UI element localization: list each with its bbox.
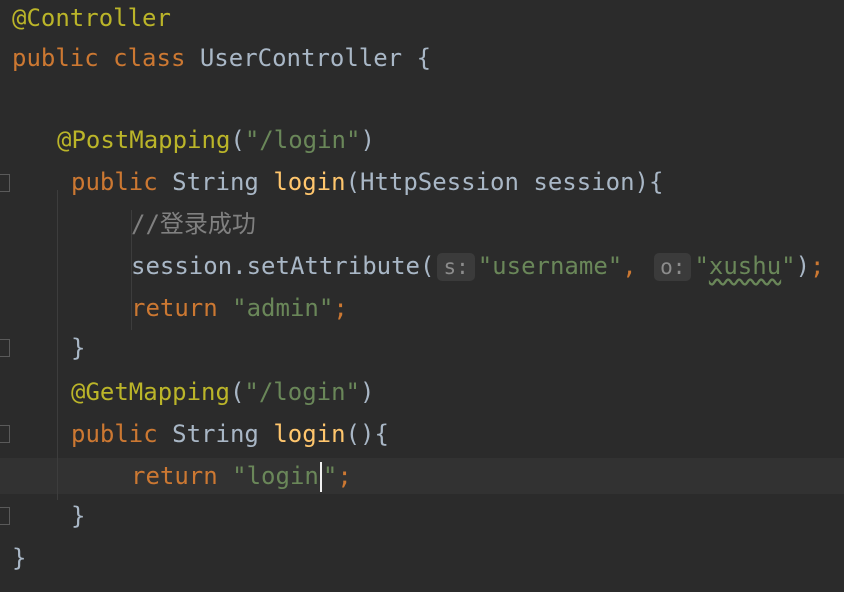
code-token: return [131,294,233,322]
fold-marker-icon[interactable] [0,507,10,525]
code-line[interactable]: public String login(HttpSession session)… [0,164,844,200]
indent-guide [131,210,132,330]
parameter-hint: s: [437,253,475,281]
code-token: return [131,462,233,490]
code-token: session.setAttribute( [131,252,435,280]
code-token: ; [810,252,825,280]
code-token: "login [232,462,319,490]
code-line[interactable]: return "login "; [0,458,844,494]
code-line[interactable]: @PostMapping("/login") [0,122,844,158]
code-token: ) [360,126,375,154]
code-line[interactable]: public String login(){ [0,416,844,452]
code-token: String [172,420,274,448]
code-token: login [273,420,346,448]
code-token: login [273,168,346,196]
code-token: " [694,252,709,280]
code-line[interactable]: session.setAttribute(s: "username", o: "xu… [0,248,844,284]
code-token: "/login" [244,378,360,406]
code-token: ) [795,252,811,280]
code-token: (HttpSession session){ [345,168,664,196]
code-token: //登录成功 [131,210,256,238]
code-token: } [12,544,27,572]
code-line[interactable]: public class UserController { [0,40,844,76]
code-token: xushu [708,252,782,280]
code-token: public class [12,44,200,72]
fold-marker-icon[interactable] [0,174,10,192]
code-token: @Controller [12,4,171,32]
code-token: } [71,502,86,530]
code-token: ) [360,378,375,406]
code-line[interactable]: } [0,330,844,366]
indent-guide [57,190,58,500]
code-line[interactable] [0,82,844,118]
code-token: (){ [345,420,389,448]
code-token: ; [333,294,348,322]
code-token: , [622,252,652,280]
code-token: " [781,252,796,280]
code-token: @GetMapping [71,378,230,406]
code-line[interactable]: //登录成功 [0,206,844,242]
code-token: "admin" [232,294,334,322]
code-token: "/login" [244,126,361,154]
fold-marker-icon[interactable] [0,425,10,443]
code-token: " [322,462,338,490]
code-token: } [71,334,86,362]
fold-marker-icon[interactable] [0,339,10,357]
code-editor[interactable]: @Controller public class UserController {… [0,0,844,592]
text-caret [319,462,322,492]
code-line[interactable]: return "admin"; [0,290,844,326]
code-line[interactable]: } [0,498,844,534]
code-line[interactable]: @Controller [0,0,844,36]
code-token: "username" [477,252,623,280]
code-token: public [71,168,173,196]
code-token: String [172,168,274,196]
code-token: public [71,420,173,448]
parameter-hint: o: [654,253,692,281]
code-token: ; [337,462,352,490]
code-token: UserController { [199,44,432,72]
code-token: @PostMapping [57,126,231,154]
code-token: ( [230,126,245,154]
code-token: ( [229,378,245,406]
code-line[interactable]: } [0,540,844,576]
code-line[interactable]: @GetMapping("/login") [0,374,844,410]
